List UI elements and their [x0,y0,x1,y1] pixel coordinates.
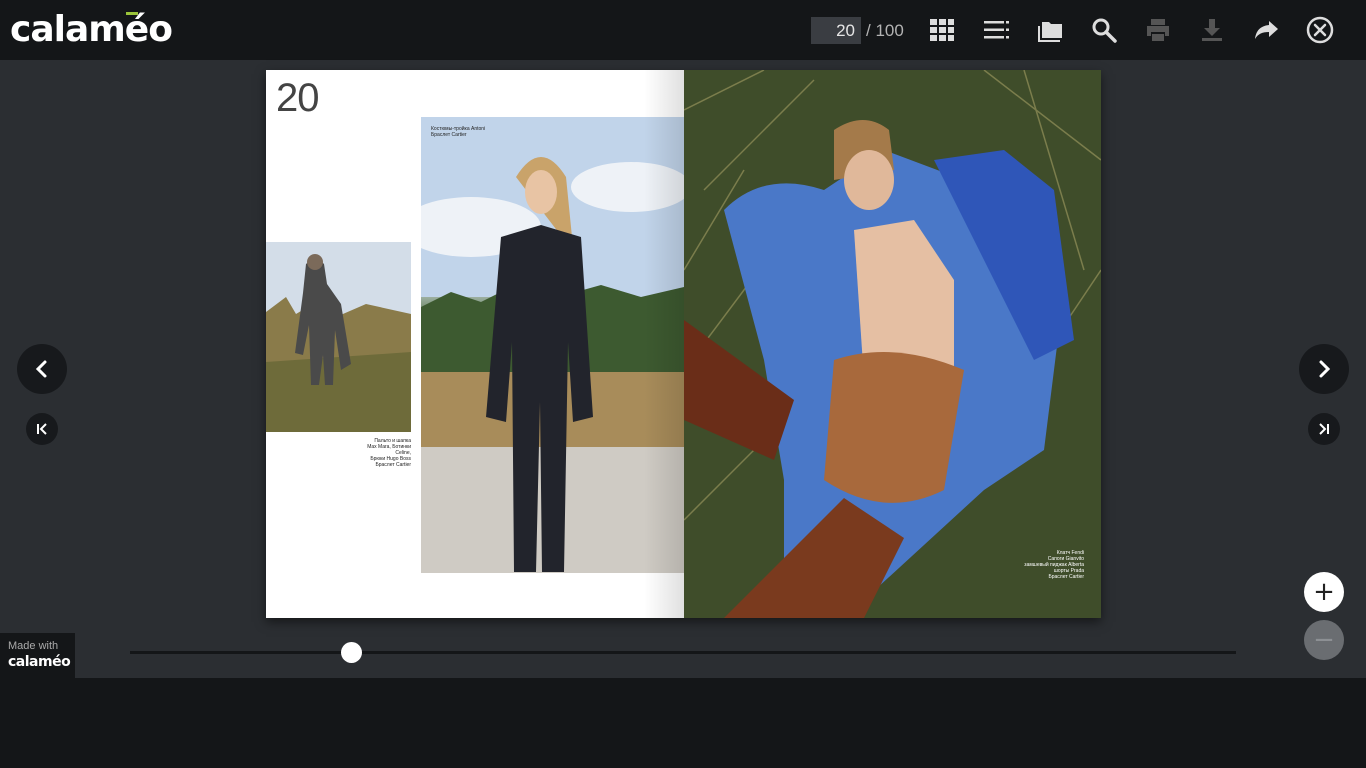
made-with-logo: calaméo [8,654,71,670]
caption-top: Костюмы-тройка Antoni Браслет Cartier [431,126,486,138]
list-icon[interactable] [980,14,1012,46]
download-icon [1196,14,1228,46]
page-slider-track[interactable] [130,651,1236,654]
chevron-right-icon [1319,360,1331,378]
print-icon [1142,14,1174,46]
left-page[interactable]: 20 Пальто и шапка Max Mara, Ботинки Celi… [266,70,684,618]
chevron-left-icon [35,360,47,378]
made-with-label: Made with [8,640,59,652]
page-total-label: / 100 [866,21,904,40]
plus-icon: + [1313,577,1335,607]
bottom-area [0,678,1366,768]
minus-icon: − [1313,625,1335,655]
last-page-icon [1319,423,1329,435]
next-page-button[interactable] [1299,344,1349,394]
logo-accent-mark [126,12,138,15]
grid-icon[interactable] [926,14,958,46]
calameo-logo[interactable]: calaméo [10,8,173,52]
photo-model-coat [266,242,411,432]
folder-icon[interactable] [1034,14,1066,46]
caption-left: Пальто и шапка Max Mara, Ботинки Celine,… [367,438,411,468]
right-page[interactable]: Клатч Fendi Сапоги Gianvito замшевый пид… [684,70,1101,618]
last-page-button[interactable] [1308,413,1340,445]
first-page-button[interactable] [26,413,58,445]
first-page-icon [37,423,47,435]
zoom-in-button[interactable]: + [1304,572,1344,612]
search-icon[interactable] [1088,14,1120,46]
reader-stage: 20 Пальто и шапка Max Mara, Ботинки Celi… [0,60,1366,678]
calameo-viewer: calaméo 20 / 100 20 Пальто и шапка Max M… [0,0,1366,768]
page-slider-handle[interactable] [340,642,362,663]
prev-page-button[interactable] [17,344,67,394]
caption-right: Клатч Fendi Сапоги Gianvito замшевый пид… [1024,550,1084,580]
share-icon[interactable] [1250,14,1282,46]
top-toolbar: calaméo 20 / 100 [0,0,1366,60]
book-spread[interactable]: 20 Пальто и шапка Max Mara, Ботинки Celi… [266,70,1101,618]
page-number-input[interactable]: 20 [811,17,861,44]
photo-model-suit [421,117,684,573]
made-with-badge[interactable]: Made with calaméo [0,633,75,678]
zoom-out-button: − [1304,620,1344,660]
close-icon[interactable] [1304,14,1336,46]
page-number: 20 [276,76,319,120]
